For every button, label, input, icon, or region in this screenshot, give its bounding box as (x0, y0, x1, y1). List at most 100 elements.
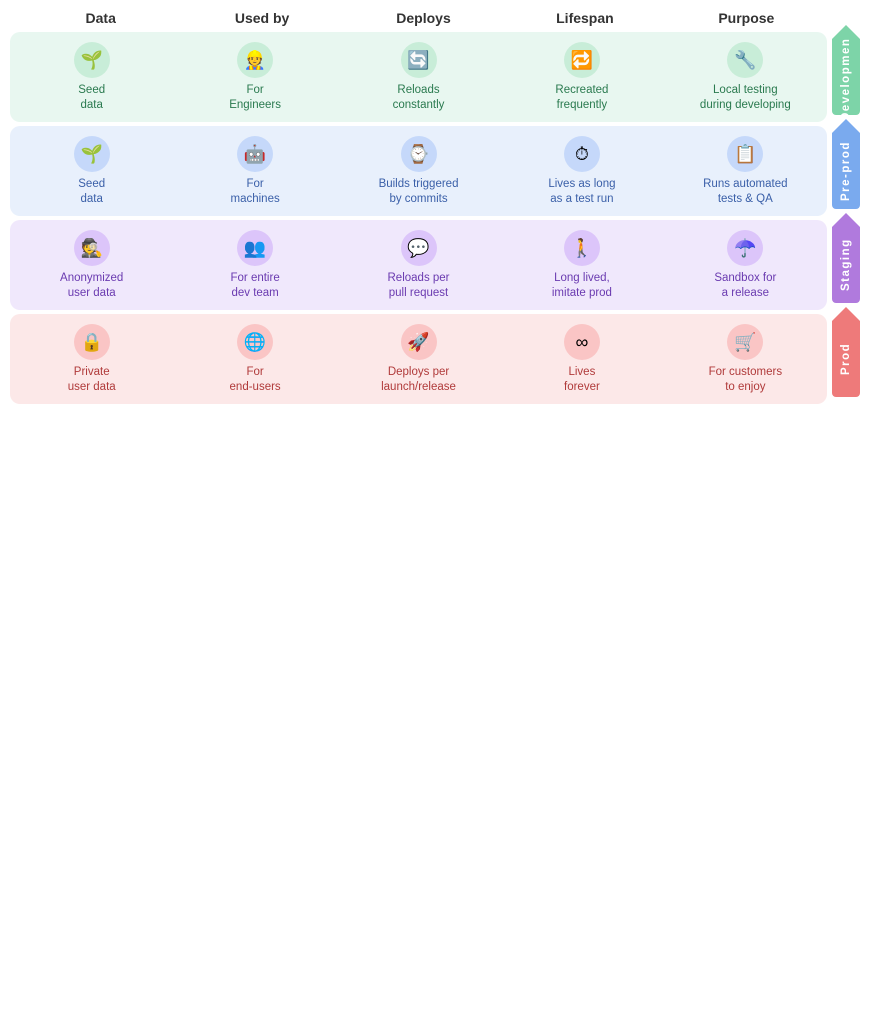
header-used-by: Used by (181, 10, 342, 26)
env-label-wrapper-0: Development (831, 32, 861, 122)
cell-icon-3-4: 🛒 (727, 324, 763, 360)
cell-icon-1-2: ⌚ (401, 136, 437, 172)
cell-0-2: 🔄 Reloads constantly (337, 32, 500, 122)
cell-icon-3-1: 🌐 (237, 324, 273, 360)
cell-label-0-2: Reloads constantly (393, 83, 445, 113)
icon-emoji-1-1: 🤖 (244, 145, 266, 163)
header-lifespan: Lifespan (504, 10, 665, 26)
cell-label-0-3: Recreated frequently (555, 83, 608, 113)
env-row-pre-prod: 🌱 Seed data 🤖 For machines ⌚ Builds triggered… (10, 126, 861, 216)
main-container: DataUsed byDeploysLifespanPurpose 🌱 Seed … (0, 0, 871, 511)
icon-emoji-1-4: 📋 (734, 145, 756, 163)
cell-icon-2-1: 👥 (237, 230, 273, 266)
env-label-development: Development (832, 39, 860, 115)
cell-3-2: 🚀 Deploys per launch/release (337, 314, 500, 404)
cell-icon-0-0: 🌱 (74, 42, 110, 78)
cells-area-2: 🕵️ Anonymized user data 👥For entire dev te… (10, 220, 827, 310)
cell-icon-1-3: ⏱ (564, 136, 600, 172)
cell-3-3: ∞ Lives forever (500, 314, 663, 404)
env-label-wrapper-3: Prod (831, 314, 861, 404)
env-label-prod: Prod (832, 321, 860, 397)
cell-label-3-1: For end-users (230, 365, 281, 395)
icon-emoji-3-3: ∞ (576, 333, 589, 351)
env-row-development: 🌱 Seed data 👷 For Engineers 🔄 Reloads constan… (10, 32, 861, 122)
cell-icon-1-4: 📋 (727, 136, 763, 172)
cell-icon-2-2: 💬 (401, 230, 437, 266)
env-label-wrapper-1: Pre-prod (831, 126, 861, 216)
env-row-prod: 🔒 Private user data 🌐 For end-users 🚀 Deploys… (10, 314, 861, 404)
cells-area-0: 🌱 Seed data 👷 For Engineers 🔄 Reloads constan… (10, 32, 827, 122)
cell-label-1-1: For machines (231, 177, 280, 207)
header-data: Data (20, 10, 181, 26)
cell-icon-0-1: 👷 (237, 42, 273, 78)
cell-label-2-4: Sandbox for a release (714, 271, 776, 301)
icon-emoji-2-1: 👥 (244, 239, 266, 257)
cell-1-3: ⏱ Lives as long as a test run (500, 126, 663, 216)
cell-1-4: 📋 Runs automated tests & QA (664, 126, 827, 216)
icon-emoji-3-4: 🛒 (734, 333, 756, 351)
cell-icon-2-4: ☂️ (727, 230, 763, 266)
env-label-wrapper-2: Staging (831, 220, 861, 310)
icon-emoji-1-3: ⏱ (575, 145, 589, 163)
cell-label-1-4: Runs automated tests & QA (703, 177, 787, 207)
cell-1-2: ⌚ Builds triggered by commits (337, 126, 500, 216)
cell-icon-2-0: 🕵️ (74, 230, 110, 266)
cell-2-1: 👥For entire dev team (173, 220, 336, 310)
cell-2-3: 🚶 Long lived, imitate prod (500, 220, 663, 310)
cell-label-0-1: For Engineers (229, 83, 281, 113)
cell-0-1: 👷 For Engineers (173, 32, 336, 122)
cell-2-2: 💬 Reloads per pull request (337, 220, 500, 310)
cells-area-1: 🌱 Seed data 🤖 For machines ⌚ Builds triggered… (10, 126, 827, 216)
cell-label-3-3: Lives forever (564, 365, 600, 395)
icon-emoji-1-2: ⌚ (407, 145, 429, 163)
icon-emoji-1-0: 🌱 (80, 145, 102, 163)
cell-label-1-3: Lives as long as a test run (548, 177, 615, 207)
cell-label-0-4: Local testing during developing (700, 83, 791, 113)
icon-emoji-2-3: 🚶 (571, 239, 593, 257)
env-label-pre-prod: Pre-prod (832, 133, 860, 209)
icon-emoji-2-4: ☂️ (734, 239, 756, 257)
cell-icon-3-3: ∞ (564, 324, 600, 360)
cell-0-3: 🔁 Recreated frequently (500, 32, 663, 122)
cell-icon-3-0: 🔒 (74, 324, 110, 360)
header-purpose: Purpose (666, 10, 827, 26)
cell-label-3-4: For customers to enjoy (709, 365, 783, 395)
icon-emoji-0-2: 🔄 (407, 51, 429, 69)
cell-icon-0-4: 🔧 (727, 42, 763, 78)
cell-0-4: 🔧 Local testing during developing (664, 32, 827, 122)
cell-icon-3-2: 🚀 (401, 324, 437, 360)
cell-3-0: 🔒 Private user data (10, 314, 173, 404)
cell-label-0-0: Seed data (78, 83, 105, 113)
cell-label-2-2: Reloads per pull request (388, 271, 450, 301)
cell-label-1-2: Builds triggered by commits (379, 177, 459, 207)
icon-emoji-0-4: 🔧 (734, 51, 756, 69)
cell-icon-1-0: 🌱 (74, 136, 110, 172)
icon-emoji-3-1: 🌐 (244, 333, 266, 351)
icon-emoji-2-0: 🕵️ (80, 239, 102, 257)
cell-2-0: 🕵️ Anonymized user data (10, 220, 173, 310)
cell-label-3-0: Private user data (68, 365, 116, 395)
cell-label-3-2: Deploys per launch/release (381, 365, 456, 395)
header-deploys: Deploys (343, 10, 504, 26)
cell-label-1-0: Seed data (78, 177, 105, 207)
cell-icon-0-2: 🔄 (401, 42, 437, 78)
cell-icon-1-1: 🤖 (237, 136, 273, 172)
cell-label-2-3: Long lived, imitate prod (552, 271, 612, 301)
cell-2-4: ☂️ Sandbox for a release (664, 220, 827, 310)
icon-emoji-3-0: 🔒 (80, 333, 102, 351)
cell-0-0: 🌱 Seed data (10, 32, 173, 122)
cell-3-1: 🌐 For end-users (173, 314, 336, 404)
cells-area-3: 🔒 Private user data 🌐 For end-users 🚀 Deploys… (10, 314, 827, 404)
header-row: DataUsed byDeploysLifespanPurpose (20, 10, 861, 32)
cell-icon-2-3: 🚶 (564, 230, 600, 266)
icon-emoji-0-1: 👷 (244, 51, 266, 69)
cell-icon-0-3: 🔁 (564, 42, 600, 78)
icon-emoji-2-2: 💬 (407, 239, 429, 257)
grid-wrapper: 🌱 Seed data 👷 For Engineers 🔄 Reloads constan… (10, 32, 861, 404)
env-label-staging: Staging (832, 227, 860, 303)
icon-emoji-3-2: 🚀 (407, 333, 429, 351)
cell-label-2-0: Anonymized user data (60, 271, 123, 301)
cell-1-0: 🌱 Seed data (10, 126, 173, 216)
cell-3-4: 🛒 For customers to enjoy (664, 314, 827, 404)
cell-1-1: 🤖 For machines (173, 126, 336, 216)
